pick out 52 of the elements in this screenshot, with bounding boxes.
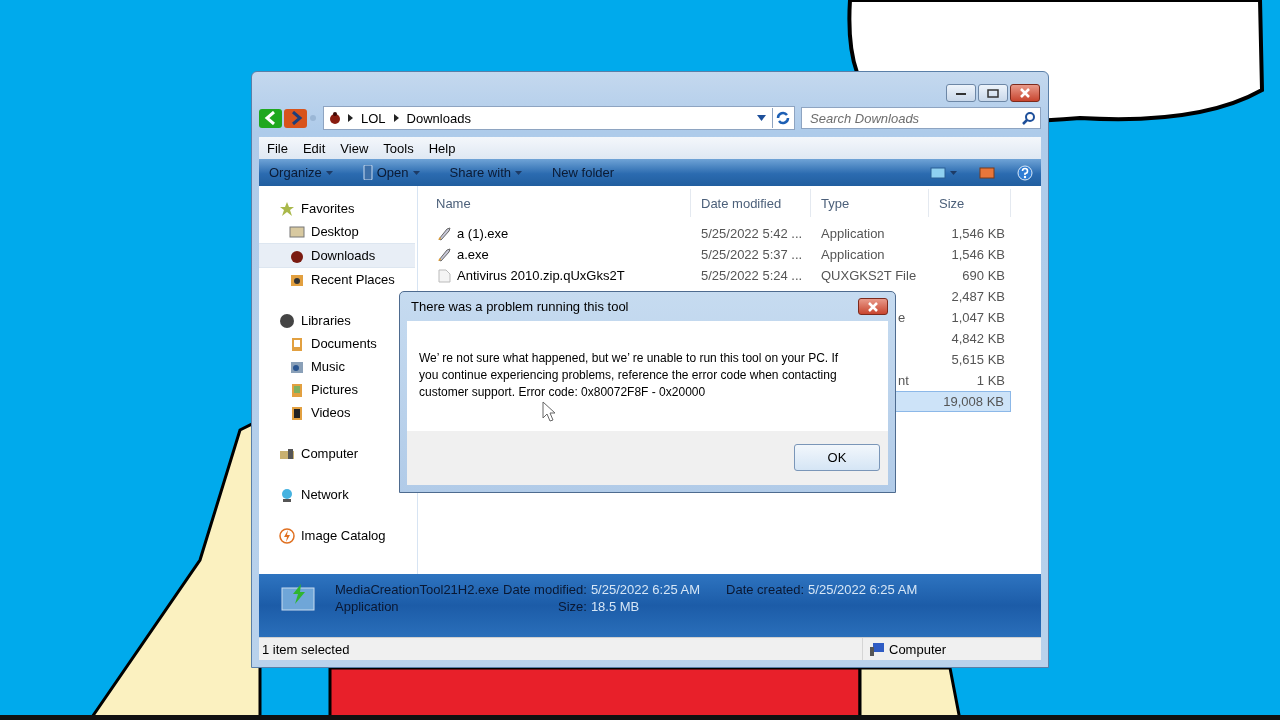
- sidebar-item[interactable]: Image Catalog: [259, 524, 415, 547]
- file-name: MediaCreationTool21H2.exe: [335, 582, 500, 597]
- sidebar-item[interactable]: Favorites: [259, 197, 415, 220]
- detail-value: 18.5 MB: [590, 599, 641, 614]
- ok-button[interactable]: OK: [794, 444, 880, 471]
- file-size: 1 KB: [976, 373, 1005, 388]
- file-date: 5/25/2022 5:42 ...: [701, 226, 803, 241]
- status-text: 1 item selected: [262, 641, 350, 657]
- column-header[interactable]: Type: [811, 189, 929, 217]
- file-date: 5/25/2022 5:24 ...: [701, 268, 803, 283]
- file-size: 1,546 KB: [951, 226, 1005, 241]
- menu-item[interactable]: Tools: [377, 138, 420, 158]
- column-header[interactable]: Date modified: [691, 189, 811, 217]
- file-row[interactable]: a (1).exe 5/25/2022 5:42 ... Application 1,546 KB: [418, 223, 1011, 244]
- file-size: 19,008 KB: [943, 394, 1004, 409]
- menu-item[interactable]: File: [261, 138, 294, 158]
- file-size: 690 KB: [962, 268, 1005, 283]
- file-name[interactable]: a.exe: [457, 247, 489, 262]
- file-name[interactable]: a (1).exe: [457, 226, 509, 241]
- file-row[interactable]: Antivirus 2010.zip.qUxGks2T 5/25/2022 5:24 ... QUXGKS2T File 690 KB: [418, 265, 1011, 286]
- sidebar-item[interactable]: Desktop: [259, 220, 415, 243]
- file-size: 4,842 KB: [951, 331, 1005, 346]
- menu-item[interactable]: Help: [422, 138, 462, 158]
- breadcrumb[interactable]: LOL: [359, 110, 388, 126]
- breadcrumb[interactable]: Downloads: [404, 110, 473, 126]
- file-size: 1,047 KB: [951, 310, 1005, 325]
- sidebar-item[interactable]: Downloads: [259, 243, 415, 268]
- column-header[interactable]: Size: [929, 189, 1011, 217]
- file-row[interactable]: a.exe 5/25/2022 5:37 ... Application 1,546 KB: [418, 244, 1011, 265]
- sidebar-item[interactable]: Recent Places: [259, 268, 415, 291]
- column-header[interactable]: Name: [418, 189, 691, 217]
- file-size: 1,546 KB: [951, 247, 1005, 262]
- detail-label: Size:: [557, 599, 587, 614]
- file-type: e: [898, 310, 906, 325]
- detail-value: 5/25/2022 6:25 AM: [808, 582, 918, 597]
- sidebar-item[interactable]: Network: [259, 483, 415, 506]
- file-type: Application: [821, 226, 885, 241]
- file-type: Application: [821, 247, 885, 262]
- menu-item[interactable]: View: [334, 138, 375, 158]
- status-location: Computer: [889, 641, 947, 657]
- file-name[interactable]: Antivirus 2010.zip.qUxGks2T: [457, 268, 625, 283]
- address-bar[interactable]: LOL Downloads: [323, 106, 795, 130]
- file-date: 5/25/2022 5:37 ...: [701, 247, 803, 262]
- detail-label: Date modified:: [503, 582, 587, 597]
- dialog-title: There was a problem running this tool: [411, 299, 629, 314]
- file-type: nt: [898, 373, 909, 388]
- search-field[interactable]: Search Downloads: [801, 107, 1041, 129]
- file-type: Application: [335, 599, 400, 614]
- file-type: QUXGKS2T File: [821, 268, 917, 283]
- menu-item[interactable]: Edit: [296, 138, 332, 158]
- detail-value: 5/25/2022 6:25 AM: [590, 582, 701, 597]
- detail-label: Date created:: [726, 582, 805, 597]
